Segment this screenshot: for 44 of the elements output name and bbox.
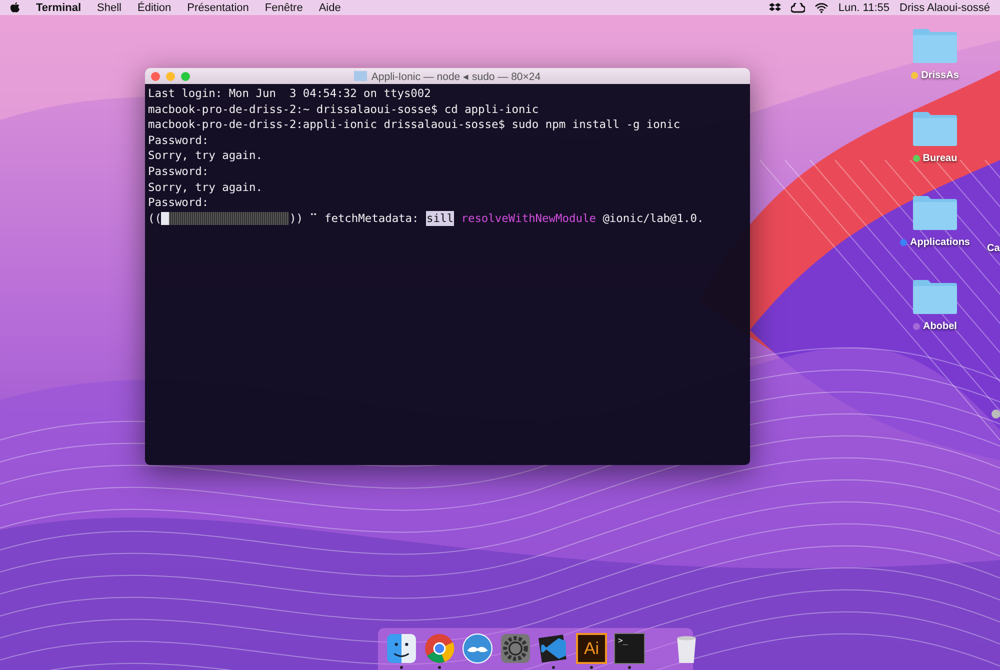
menu-item[interactable]: Aide [318, 2, 341, 14]
code-editor-icon[interactable] [538, 633, 569, 664]
mustache-icon[interactable] [462, 633, 493, 664]
clock[interactable]: Lun. 11:55 [838, 2, 890, 14]
terminal-text: (( [148, 210, 162, 226]
folder-icon[interactable] [912, 111, 958, 147]
menu-item[interactable]: Présentation [187, 2, 249, 14]
terminal-text: resolveWithNewModule [461, 210, 596, 226]
window-title: Appli-Ionic — node ◂ sudo — 80×24 [371, 70, 541, 82]
folder-label[interactable]: Abobel [923, 321, 957, 332]
terminal-line: Password: [148, 164, 210, 180]
terminal-text: fetchMetadata: [324, 210, 419, 226]
illustrator-icon[interactable]: Ai [576, 633, 607, 664]
folder-icon [354, 71, 368, 81]
terminal-line: Last login: Mon Jun 3 04:54:32 on ttys002 [148, 86, 432, 102]
terminal-line: Sorry, try again. [148, 180, 264, 196]
folder-icon[interactable] [912, 279, 958, 315]
terminal-line: Password: [148, 132, 210, 148]
terminal-line: Password: [148, 195, 210, 211]
folder-label[interactable]: Bureau [922, 153, 958, 164]
menu-item[interactable]: Fenêtre [264, 2, 303, 14]
close-button[interactable] [151, 72, 160, 80]
terminal-text: )) [289, 210, 303, 226]
terminal-icon[interactable]: >_ [614, 633, 645, 664]
wifi-icon[interactable] [815, 2, 828, 12]
spinner: ⠉ [310, 210, 318, 226]
terminal-line: Sorry, try again. [148, 148, 264, 164]
folder-label[interactable]: Ca [987, 243, 1000, 254]
chrome-icon[interactable] [424, 633, 455, 664]
terminal-text: @ionic/lab@1.0. [602, 210, 704, 226]
user-name[interactable]: Driss Alaoui-sossé [900, 2, 990, 14]
dropbox-icon[interactable] [769, 2, 782, 12]
terminal-line: macbook-pro-de-driss-2:appli-ionic drissalaoui-sosse$ sudo npm install -g ionic [148, 117, 682, 133]
folder-icon[interactable] [912, 195, 958, 231]
cloud-icon[interactable] [791, 2, 806, 12]
app-menu[interactable]: Terminal [36, 2, 82, 14]
gear-icon[interactable] [500, 633, 531, 664]
menu-item[interactable]: Shell [97, 2, 122, 14]
log-level: sill [426, 210, 454, 226]
terminal-line: macbook-pro-de-driss-2:~ drissalaoui-sosse$ cd appli-ionic [148, 102, 540, 118]
finder-icon[interactable] [386, 633, 417, 664]
folder-label[interactable]: Applications [910, 237, 970, 248]
apple-icon[interactable] [10, 2, 20, 13]
menu-item[interactable]: Édition [138, 2, 172, 14]
